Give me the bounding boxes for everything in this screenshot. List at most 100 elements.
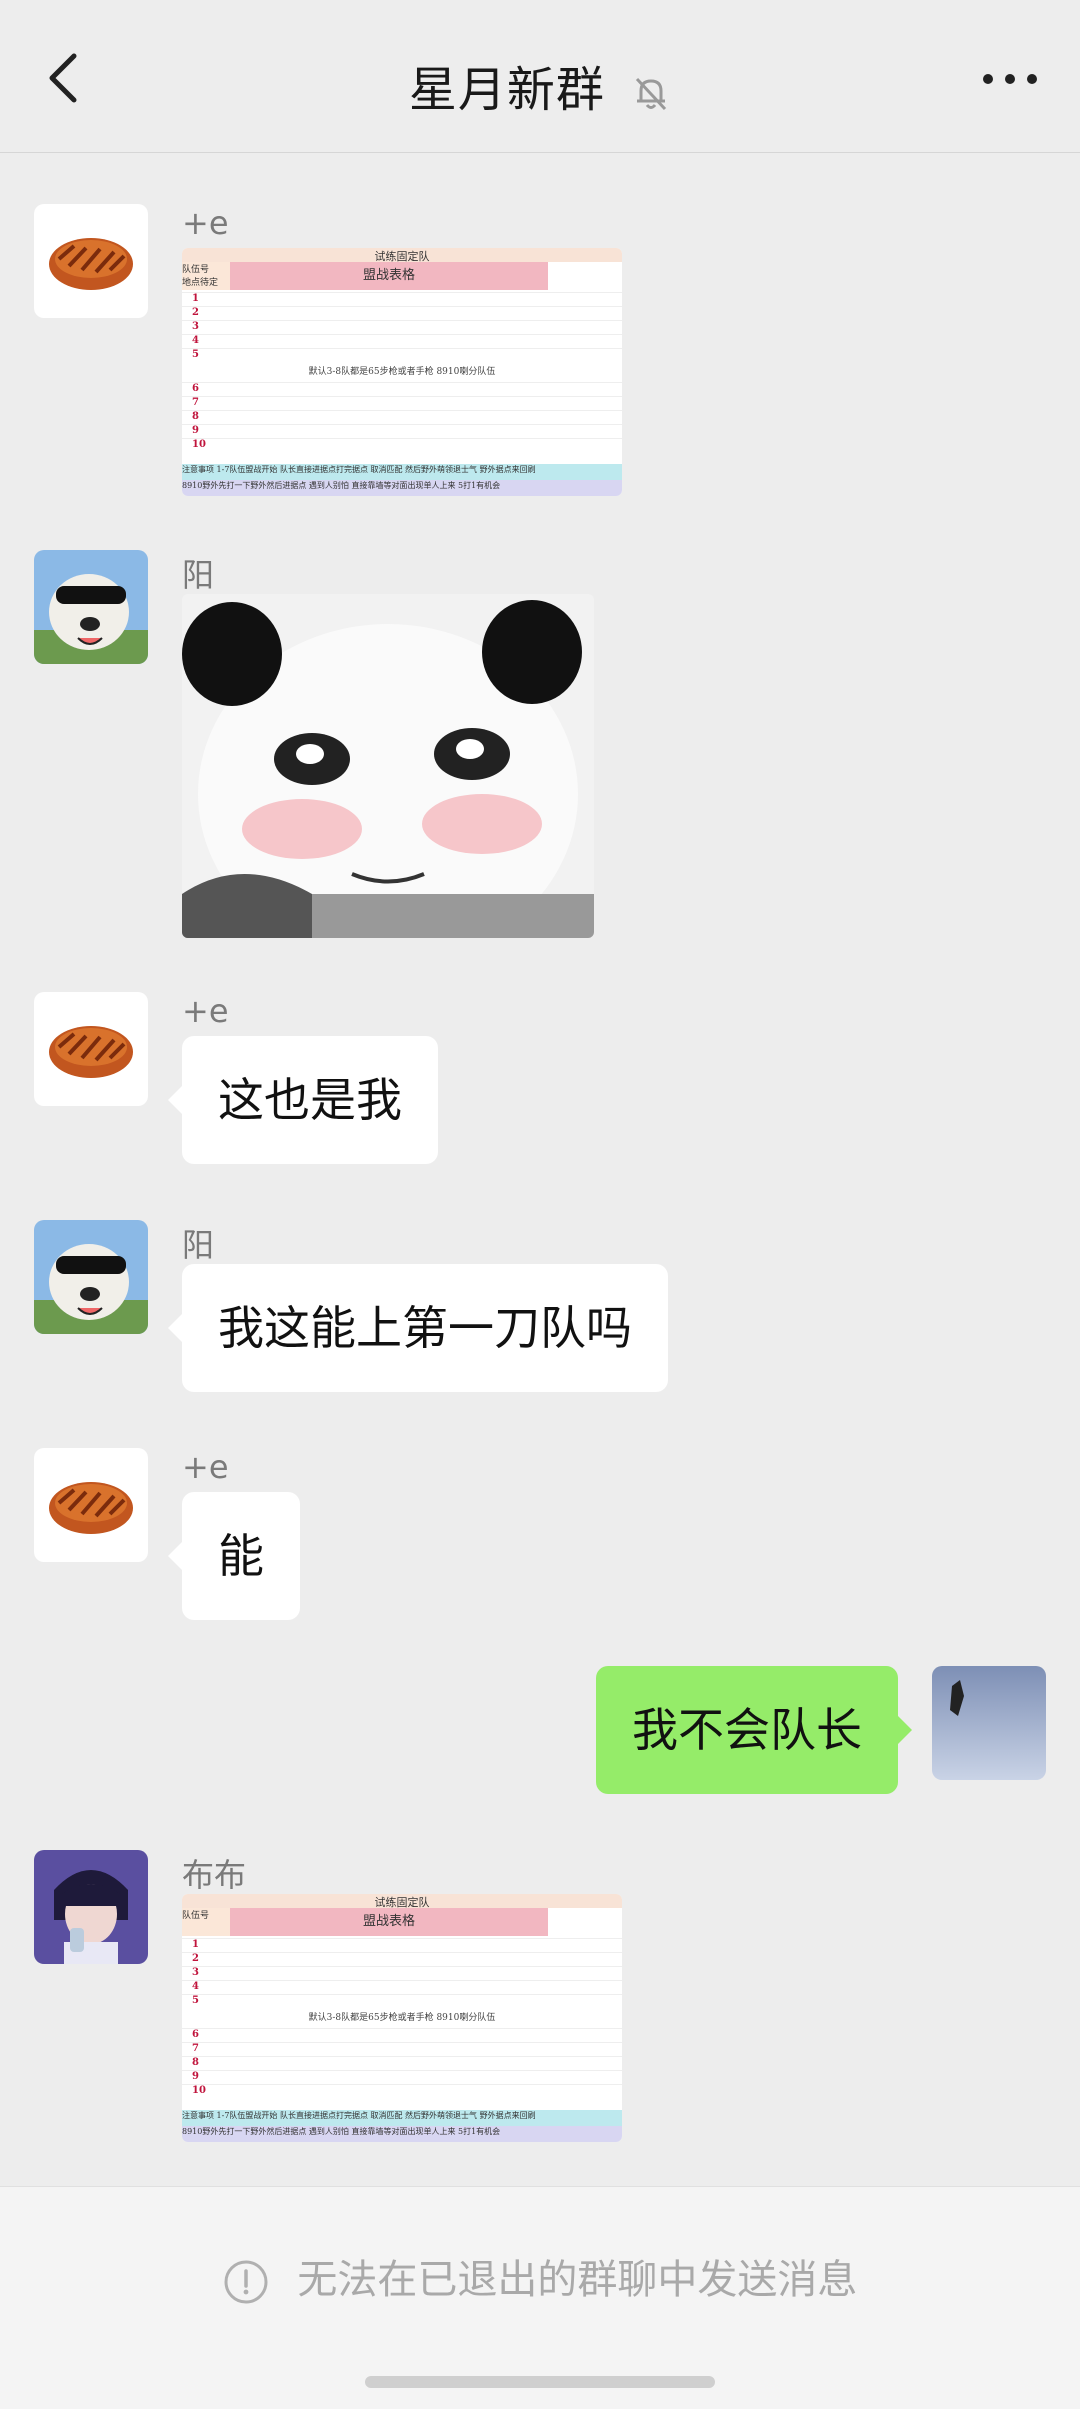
- sheet-col-head: 队伍号: [182, 1908, 230, 1936]
- exited-group-notice: 无法在已退出的群聊中发送消息: [0, 2247, 1080, 2305]
- sheet-note2: 8910野外先打一下野外然后进据点 遇到人别怕 直接靠墙等对面出现单人上来 5打…: [182, 2126, 622, 2142]
- sheet-row: 2: [182, 1952, 622, 1965]
- sheet-row: 2: [182, 306, 622, 319]
- info-warning-icon: [224, 2260, 268, 2304]
- sheet-row: 3: [182, 1966, 622, 1979]
- avatar-self[interactable]: [932, 1666, 1046, 1780]
- sheet-title: 试练固定队: [182, 248, 622, 263]
- sheet-row: 7: [182, 396, 622, 409]
- spreadsheet-thumbnail: 试练固定队 队伍号 地点待定 盟战表格 1 2 3 4 5 默认3-8队都是65…: [182, 248, 622, 496]
- sheet-note1: 注意事项 1-7队伍盟战开始 队长直接进据点打完据点 取消匹配 然后野外萌领退士…: [182, 2110, 622, 2126]
- sheet-row: 4: [182, 334, 622, 347]
- sender-name: 布布: [182, 1856, 247, 1894]
- message-bubble-self[interactable]: 我不会队长: [596, 1666, 912, 1794]
- message-row: +e 试练固定队 队伍号 地点待定 盟战表格 1 2 3 4 5 默认3-8队都…: [0, 204, 1080, 504]
- sky-avatar-icon: [932, 1666, 1046, 1780]
- sheet-note1-text: 1-7队伍盟战开始 队长直接进据点打完据点 取消匹配 然后野外萌领退士气 野外据…: [216, 2111, 536, 2120]
- row-number: 3: [192, 1967, 199, 1978]
- sheet-note2: 8910野外先打一下野外然后进据点 遇到人别怕 直接靠墙等对面出现单人上来 5打…: [182, 480, 622, 496]
- more-icon[interactable]: [980, 64, 1040, 94]
- sheet-col-head-label: 队伍号: [182, 265, 210, 275]
- row-number: 8: [192, 2057, 199, 2068]
- avatar-plus-e[interactable]: [34, 1448, 148, 1562]
- avatar-plus-e[interactable]: [34, 204, 148, 318]
- message-bubble[interactable]: 我这能上第一刀队吗: [168, 1264, 668, 1392]
- sheet-row: 1: [182, 1938, 622, 1951]
- row-number: 1: [192, 1939, 199, 1950]
- sheet-row: 5: [182, 1994, 622, 2007]
- sheet-col-head2-label: 地点待定: [182, 278, 219, 288]
- message-row: +e 这也是我: [0, 992, 1080, 1164]
- sheet-subtitle: 盟战表格: [230, 262, 548, 290]
- sheet-note1: 注意事项 1-7队伍盟战开始 队长直接进据点打完据点 取消匹配 然后野外萌领退士…: [182, 464, 622, 480]
- row-number: 4: [192, 335, 199, 346]
- message-bubble[interactable]: 这也是我: [168, 1036, 438, 1164]
- message-row: +e 能: [0, 1448, 1080, 1620]
- sender-name: +e: [182, 1448, 229, 1486]
- sheet-title: 试练固定队: [182, 1894, 622, 1909]
- row-number: 4: [192, 1981, 199, 1992]
- row-number: 1: [192, 293, 199, 304]
- avatar-plus-e[interactable]: [34, 992, 148, 1106]
- avatar-bubu[interactable]: [34, 1850, 148, 1964]
- row-number: 9: [192, 425, 199, 436]
- sheet-band: 默认3-8队都是65步枪或者手枪 8910喇分队伍: [308, 367, 496, 377]
- chat-title: 星月新群: [408, 62, 605, 118]
- row-number: 7: [192, 2043, 199, 2054]
- sheet-row: 9: [182, 2070, 622, 2083]
- row-number: 5: [192, 349, 199, 360]
- sheet-row: 7: [182, 2042, 622, 2055]
- sheet-col-head-label: 队伍号: [182, 1911, 210, 1921]
- sender-name: +e: [182, 204, 229, 242]
- sheet-band: 默认3-8队都是65步枪或者手枪 8910喇分队伍: [308, 2013, 496, 2023]
- sheet-row: 6: [182, 382, 622, 395]
- sheet-row: 10: [182, 438, 622, 451]
- sender-name: +e: [182, 992, 229, 1030]
- row-number: 7: [192, 397, 199, 408]
- dog-avatar-icon: [34, 550, 148, 664]
- grilled-meat-avatar-icon: [49, 1026, 133, 1078]
- dog-avatar-icon: [34, 1220, 148, 1334]
- row-number: 10: [192, 2085, 206, 2096]
- sender-name: 阳: [182, 556, 215, 594]
- sheet-row: 9: [182, 424, 622, 437]
- sheet-notes-label: 注意事项: [182, 2111, 214, 2120]
- chat-title-wrap: 星月新群: [0, 50, 1080, 120]
- sheet-notes-label: 注意事项: [182, 465, 214, 474]
- sheet-subtitle: 盟战表格: [230, 1908, 548, 1936]
- message-row: 布布 试练固定队 队伍号 盟战表格 1 2 3 4 5 默认3-8队都是65步枪…: [0, 1850, 1080, 2150]
- message-row: 阳: [0, 550, 1080, 940]
- spreadsheet-thumbnail: 试练固定队 队伍号 盟战表格 1 2 3 4 5 默认3-8队都是65步枪或者手…: [182, 1894, 622, 2142]
- sheet-row: 8: [182, 2056, 622, 2069]
- sheet-row: 6: [182, 2028, 622, 2041]
- sender-name: 阳: [182, 1226, 215, 1264]
- sheet-row: 1: [182, 292, 622, 305]
- row-number: 3: [192, 321, 199, 332]
- panda-meme-image[interactable]: [182, 594, 594, 938]
- sheet-row: 4: [182, 1980, 622, 1993]
- sheet-row: 8: [182, 410, 622, 423]
- exited-group-notice-text: 无法在已退出的群聊中发送消息: [297, 2257, 858, 2303]
- sheet-col-head: 队伍号 地点待定: [182, 262, 230, 290]
- message-row: 阳 我这能上第一刀队吗: [0, 1220, 1080, 1392]
- row-number: 5: [192, 1995, 199, 2006]
- sheet-row: 3: [182, 320, 622, 333]
- spreadsheet-image[interactable]: 试练固定队 队伍号 地点待定 盟战表格 1 2 3 4 5 默认3-8队都是65…: [182, 248, 622, 496]
- message-row: 我不会队长: [0, 1666, 1080, 1796]
- mute-bell-icon: [636, 77, 667, 111]
- row-number: 2: [192, 307, 199, 318]
- avatar-yang[interactable]: [34, 1220, 148, 1334]
- grilled-meat-avatar-icon: [49, 238, 133, 290]
- spreadsheet-image[interactable]: 试练固定队 队伍号 盟战表格 1 2 3 4 5 默认3-8队都是65步枪或者手…: [182, 1894, 622, 2142]
- avatar-yang[interactable]: [34, 550, 148, 664]
- row-number: 8: [192, 411, 199, 422]
- home-indicator[interactable]: [365, 2376, 715, 2388]
- message-bubble[interactable]: 能: [168, 1492, 300, 1620]
- sheet-row: 5: [182, 348, 622, 361]
- grilled-meat-avatar-icon: [49, 1482, 133, 1534]
- sheet-note1-text: 1-7队伍盟战开始 队长直接进据点打完据点 取消匹配 然后野外萌领退士气 野外据…: [216, 465, 536, 474]
- row-number: 2: [192, 1953, 199, 1964]
- row-number: 6: [192, 383, 199, 394]
- row-number: 9: [192, 2071, 199, 2082]
- row-number: 10: [192, 439, 206, 450]
